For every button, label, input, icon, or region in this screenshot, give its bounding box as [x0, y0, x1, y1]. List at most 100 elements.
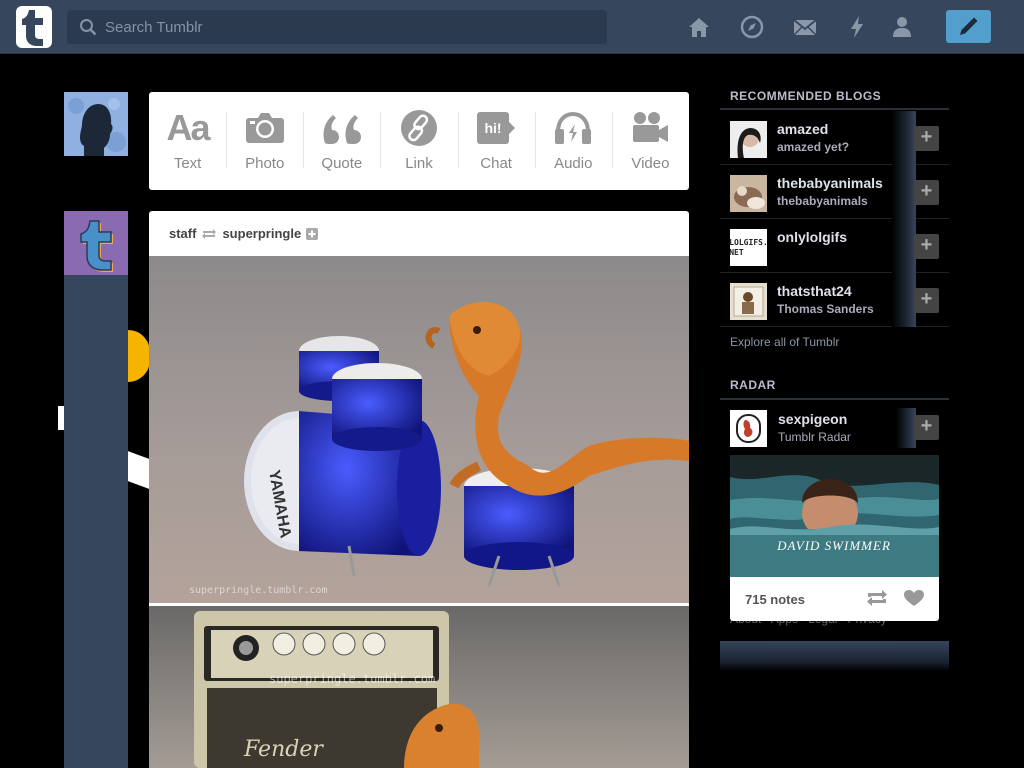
background-decoration	[128, 330, 150, 382]
staff-tumblr-logo-icon	[64, 211, 128, 275]
recommended-blog-item[interactable]: thatsthat24 Thomas Sanders +	[720, 273, 949, 327]
link-icon	[396, 108, 442, 148]
camera-icon	[242, 108, 288, 148]
follow-button[interactable]: +	[914, 234, 939, 259]
blog-name: thatsthat24	[777, 283, 852, 299]
compose-post-button[interactable]	[946, 10, 991, 43]
post-type-text[interactable]: Aa Text	[149, 92, 226, 190]
reblog-icon[interactable]	[866, 589, 888, 607]
quote-icon	[319, 108, 365, 148]
pencil-icon	[960, 17, 978, 35]
post-type-quote[interactable]: Quote	[303, 92, 380, 190]
headphones-icon	[550, 108, 596, 148]
radar-blog-name: sexpigeon	[778, 411, 848, 427]
follow-button[interactable]: +	[914, 288, 939, 313]
amp-lizard-photo: Fender superpringle.tumblr.com	[149, 606, 689, 768]
blog-avatar	[730, 175, 767, 212]
reblog-source-link[interactable]: superpringle	[222, 226, 301, 241]
post-type-label: Photo	[245, 155, 285, 172]
chat-icon-glyph: hi!	[485, 120, 502, 136]
follow-button[interactable]: +	[914, 126, 939, 151]
follow-plus-icon[interactable]	[306, 227, 319, 240]
svg-text:Fender: Fender	[243, 737, 324, 762]
default-avatar-icon	[64, 92, 128, 156]
post-type-photo[interactable]: Photo	[226, 92, 303, 190]
post-type-link[interactable]: Link	[380, 92, 457, 190]
post-type-label: Video	[631, 155, 670, 172]
explore-icon[interactable]	[739, 14, 765, 40]
drumming-lizard-photo: YAMAHA superpringle.tumblr.com	[149, 256, 689, 603]
reblog-icon	[202, 228, 217, 239]
plus-icon: +	[920, 180, 933, 202]
notes-count[interactable]: 715 notes	[745, 592, 805, 607]
post-avatar-column	[64, 275, 128, 768]
tumblr-logo-icon[interactable]	[16, 6, 52, 48]
recommended-blog-item[interactable]: LOLGIFS. NET onlylolgifs +	[720, 219, 949, 273]
row-fade	[892, 219, 916, 273]
photo-watermark: superpringle.tumblr.com	[269, 672, 435, 686]
plus-icon: +	[920, 234, 933, 256]
search-input[interactable]	[105, 10, 595, 44]
background-decoration	[128, 451, 149, 489]
plus-icon: +	[920, 126, 933, 148]
blog-subtitle: Thomas Sanders	[777, 302, 874, 316]
like-heart-icon[interactable]	[903, 589, 925, 607]
post-type-label: Text	[173, 155, 202, 172]
recommended-blog-item[interactable]: thebabyanimals thebabyanimals +	[720, 165, 949, 219]
sidebar-divider	[720, 398, 949, 400]
photo-watermark: superpringle.tumblr.com	[189, 585, 327, 596]
post-type-label: Chat	[480, 155, 512, 172]
blog-avatar: LOLGIFS. NET	[730, 229, 767, 266]
search-icon	[80, 19, 97, 36]
row-fade	[896, 408, 916, 448]
video-camera-icon	[627, 108, 673, 148]
top-navigation-bar	[0, 0, 1024, 54]
account-icon[interactable]	[889, 14, 915, 40]
radar-post-image[interactable]: DAVID SWIMMER	[730, 455, 939, 577]
david-swimmer-image: DAVID SWIMMER	[730, 455, 939, 577]
recommended-blog-item[interactable]: amazed amazed yet? +	[720, 111, 949, 165]
post-type-label: Link	[405, 155, 433, 172]
radar-blog-avatar	[730, 410, 767, 447]
activity-icon[interactable]	[844, 14, 870, 40]
radar-post-footer: 715 notes	[730, 577, 939, 621]
search-box[interactable]	[67, 10, 607, 44]
staff-avatar[interactable]	[64, 211, 128, 275]
row-fade	[892, 165, 916, 219]
radar-blog[interactable]: sexpigeon Tumblr Radar +	[720, 408, 949, 450]
blog-subtitle: thebabyanimals	[777, 194, 868, 208]
radar-image-caption: DAVID SWIMMER	[776, 538, 891, 553]
blog-name: amazed	[777, 121, 829, 137]
blog-name: thebabyanimals	[777, 175, 883, 191]
follow-button[interactable]: +	[914, 415, 939, 440]
follow-button[interactable]: +	[914, 180, 939, 205]
dashboard-post: staff superpringle YAMAHA superpringle.t…	[149, 211, 689, 768]
row-fade	[892, 111, 916, 165]
sidebar-footer-bar	[720, 641, 949, 671]
post-author-link[interactable]: staff	[169, 226, 196, 241]
post-photo[interactable]: YAMAHA superpringle.tumblr.com	[149, 256, 689, 603]
radar-title: RADAR	[730, 378, 776, 392]
blog-avatar	[730, 121, 767, 158]
recommended-blogs-title: RECOMMENDED BLOGS	[730, 89, 882, 103]
post-type-label: Quote	[321, 155, 363, 172]
plus-icon: +	[920, 415, 933, 437]
post-type-video[interactable]: Video	[611, 92, 689, 190]
blog-subtitle: amazed yet?	[777, 140, 850, 154]
blog-name: onlylolgifs	[777, 229, 847, 245]
text-icon: Aa	[166, 107, 211, 148]
post-type-audio[interactable]: Audio	[534, 92, 612, 190]
inbox-icon[interactable]	[792, 14, 818, 40]
home-icon[interactable]	[686, 14, 712, 40]
blog-avatar-text: LOLGIFS. NET	[730, 237, 767, 257]
plus-icon: +	[920, 288, 933, 310]
chat-icon: hi!	[473, 108, 519, 148]
sidebar-divider	[720, 108, 949, 110]
post-photo[interactable]: Fender superpringle.tumblr.com	[149, 606, 689, 768]
radar-blog-subtitle: Tumblr Radar	[778, 430, 851, 444]
blog-avatar	[730, 283, 767, 320]
explore-tumblr-link[interactable]: Explore all of Tumblr	[730, 335, 839, 349]
post-type-label: Audio	[554, 155, 593, 172]
post-type-chat[interactable]: hi! Chat	[457, 92, 535, 190]
my-avatar[interactable]	[64, 92, 128, 156]
